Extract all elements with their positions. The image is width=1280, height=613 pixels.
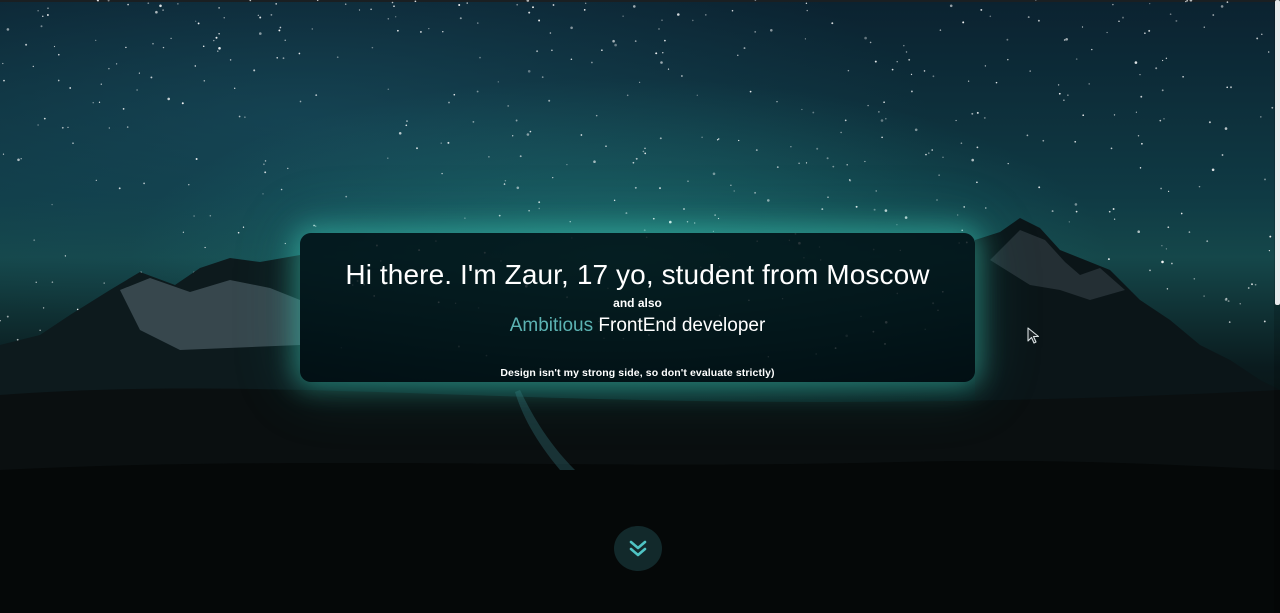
- role-title: FrontEnd developer: [593, 315, 766, 336]
- scrollbar-thumb[interactable]: [1275, 0, 1280, 305]
- mouse-cursor-icon: [1027, 327, 1040, 344]
- hero-section: Hi there. I'm Zaur, 17 yo, student from …: [0, 0, 1280, 613]
- role-accent-word: Ambitious: [509, 315, 594, 336]
- role-line: Ambitious FrontEnd developer: [300, 315, 975, 337]
- design-disclaimer: Design isn't my strong side, so don't ev…: [500, 367, 775, 379]
- chevron-double-down-icon: [629, 540, 647, 556]
- intro-headline: Hi there. I'm Zaur, 17 yo, student from …: [345, 259, 930, 290]
- intro-card: Hi there. I'm Zaur, 17 yo, student from …: [300, 233, 975, 382]
- and-also-text: and also: [613, 296, 662, 310]
- scroll-down-button[interactable]: [614, 526, 662, 571]
